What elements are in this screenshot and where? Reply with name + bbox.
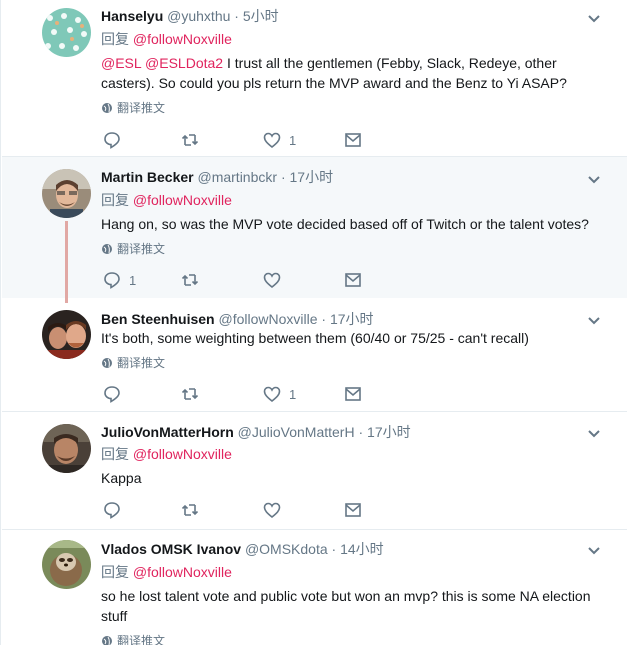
dm-icon [345, 503, 361, 517]
reply-icon [104, 132, 120, 149]
dm-button[interactable] [344, 384, 362, 404]
reply-icon [104, 502, 120, 519]
retweet-icon [181, 504, 199, 516]
reply-prefix: 回复 [101, 31, 129, 47]
dm-icon [345, 273, 361, 287]
reply-icon [104, 272, 120, 289]
retweet-icon [181, 134, 199, 146]
display-name[interactable]: Ben Steenhuisen [101, 311, 215, 327]
retweet-button[interactable] [181, 384, 207, 404]
tweet-ben-steenhuisen[interactable]: Ben Steenhuisen @followNoxville · 17小时 I… [2, 298, 627, 412]
user-handle[interactable]: @followNoxville [218, 311, 317, 327]
tweet-text: Hang on, so was the MVP vote decided bas… [101, 216, 589, 232]
tweet-time[interactable]: 17小时 [330, 311, 374, 327]
reply-button[interactable]: 1 [103, 270, 136, 290]
reply-count: 1 [129, 272, 137, 288]
dm-icon [345, 387, 361, 401]
tweet-vlados-omsk-ivanov[interactable]: Vlados OMSK Ivanov @OMSKdota · 14小时 回复 @… [2, 530, 627, 645]
avatar[interactable] [42, 424, 91, 473]
translate-tweet[interactable]: 翻译推文 [101, 241, 165, 257]
caret-down-icon[interactable] [586, 425, 602, 441]
dm-button[interactable] [344, 130, 362, 150]
avatar[interactable] [42, 310, 91, 359]
reply-button[interactable] [103, 384, 129, 404]
reply-prefix: 回复 [101, 446, 129, 462]
timeline: Hanselyu @yuhxthu · 5小时 回复 @followNoxvil… [0, 0, 627, 645]
globe-icon [102, 244, 112, 254]
caret-down-icon[interactable] [586, 312, 602, 328]
caret-down-icon[interactable] [586, 10, 602, 26]
tweet-time[interactable]: 17小时 [367, 424, 411, 440]
retweet-button[interactable] [181, 270, 207, 290]
tweet-time[interactable]: 14小时 [340, 541, 384, 557]
tweet-martin-becker[interactable]: Martin Becker @martinbckr · 17小时 回复 @fol… [2, 157, 627, 303]
reply-prefix: 回复 [101, 192, 129, 208]
like-icon [263, 132, 281, 149]
dm-button[interactable] [344, 270, 362, 290]
tweet-hanselyu[interactable]: Hanselyu @yuhxthu · 5小时 回复 @followNoxvil… [2, 0, 627, 157]
tweet-text: so he lost talent vote and public vote b… [101, 588, 591, 624]
tweet-juliovonmatterhorn[interactable]: JulioVonMatterHorn @JulioVonMatterH · 17… [2, 412, 627, 530]
like-count: 1 [289, 386, 297, 402]
mention-link[interactable]: @ESL [101, 55, 141, 71]
globe-icon [102, 636, 112, 645]
retweet-button[interactable] [181, 130, 207, 150]
translate-tweet[interactable]: 翻译推文 [101, 633, 165, 645]
like-icon [263, 272, 281, 289]
like-button[interactable] [263, 270, 289, 290]
translate-tweet[interactable]: 翻译推文 [101, 355, 165, 371]
caret-down-icon[interactable] [586, 542, 602, 558]
thread-connector [65, 221, 68, 303]
display-name[interactable]: Hanselyu [101, 8, 163, 24]
tweet-time[interactable]: 5小时 [243, 8, 279, 24]
display-name[interactable]: Vlados OMSK Ivanov [101, 541, 241, 557]
tweet-text: It's both, some weighting between them (… [101, 330, 529, 346]
caret-down-icon[interactable] [586, 171, 602, 187]
reply-to-link[interactable]: @followNoxville [133, 31, 232, 47]
reply-button[interactable] [103, 130, 129, 150]
user-handle[interactable]: @JulioVonMatterH [238, 424, 355, 440]
reply-to-link[interactable]: @followNoxville [133, 446, 232, 462]
reply-button[interactable] [103, 500, 129, 520]
retweet-icon [181, 388, 199, 400]
reply-to-link[interactable]: @followNoxville [133, 564, 232, 580]
like-icon [263, 502, 281, 519]
globe-icon [102, 103, 112, 113]
avatar[interactable] [42, 8, 91, 57]
like-button[interactable]: 1 [263, 384, 296, 404]
reply-to-link[interactable]: @followNoxville [133, 192, 232, 208]
mention-link[interactable]: @ESLDota2 [145, 55, 223, 71]
tweet-text: Kappa [101, 470, 142, 486]
tweet-time[interactable]: 17小时 [290, 169, 334, 185]
translate-tweet[interactable]: 翻译推文 [101, 100, 165, 116]
display-name[interactable]: JulioVonMatterHorn [101, 424, 234, 440]
reply-prefix: 回复 [101, 564, 129, 580]
like-button[interactable] [263, 500, 289, 520]
globe-icon [102, 358, 112, 368]
like-button[interactable]: 1 [263, 130, 296, 150]
avatar[interactable] [42, 540, 91, 589]
avatar[interactable] [42, 169, 91, 218]
like-count: 1 [289, 132, 297, 148]
display-name[interactable]: Martin Becker [101, 169, 194, 185]
tweet-text: @ESL @ESLDota2 I trust all the gentlemen… [101, 55, 567, 91]
reply-icon [104, 386, 120, 403]
like-icon [263, 386, 281, 403]
dm-icon [345, 133, 361, 147]
retweet-button[interactable] [181, 500, 207, 520]
retweet-icon [181, 274, 199, 286]
dm-button[interactable] [344, 500, 362, 520]
user-handle[interactable]: @OMSKdota [245, 541, 328, 557]
user-handle[interactable]: @martinbckr [197, 169, 277, 185]
user-handle[interactable]: @yuhxthu [167, 8, 230, 24]
